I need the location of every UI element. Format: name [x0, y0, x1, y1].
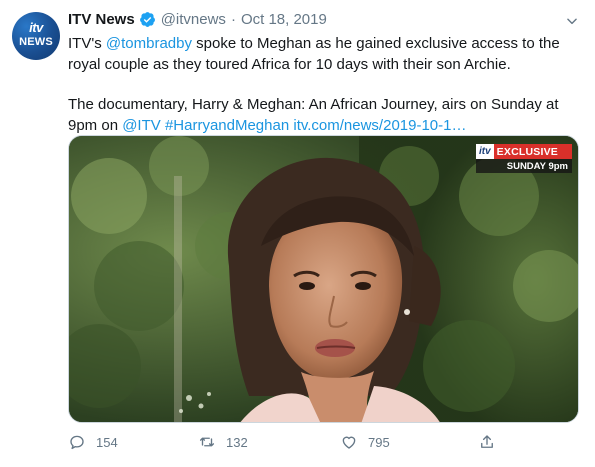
tweet-paragraph-1: ITV's @tombradby spoke to Meghan as he g…	[68, 33, 578, 75]
url-link[interactable]: itv.com/news/2019-10-1…	[293, 117, 466, 134]
reply-count: 154	[96, 434, 118, 450]
retweet-icon	[199, 437, 215, 447]
airtime-label: SUNDAY 9pm	[476, 159, 572, 173]
text-segment: ITV's	[68, 35, 106, 52]
tweet-text: ITV's @tombradby spoke to Meghan as he g…	[68, 33, 578, 136]
avatar-logo-news: NEWS	[19, 36, 53, 48]
hashtag-link[interactable]: #HarryandMeghan	[165, 117, 289, 134]
retweet-button[interactable]: 132	[198, 430, 248, 454]
heart-icon	[342, 436, 356, 449]
chevron-down-icon[interactable]	[563, 12, 581, 30]
separator-dot: ·	[230, 10, 236, 28]
avatar-logo-itv: itv	[29, 20, 43, 35]
tweet-paragraph-2: The documentary, Harry & Meghan: An Afri…	[68, 94, 578, 136]
video-still	[69, 136, 578, 422]
exclusive-label: EXCLUSIVE	[493, 144, 572, 159]
handle[interactable]: @itvnews	[161, 11, 226, 28]
mention-link[interactable]: @tombradby	[106, 35, 192, 52]
display-name[interactable]: ITV News	[68, 11, 135, 28]
exclusive-badge: itv EXCLUSIVE SUNDAY 9pm	[476, 144, 572, 173]
tweet-date[interactable]: Oct 18, 2019	[241, 11, 327, 28]
mention-link[interactable]: @ITV	[122, 117, 161, 134]
exclusive-badge-top: itv EXCLUSIVE	[476, 144, 572, 159]
share-icon	[481, 435, 493, 448]
tweet-actions: 154 132 795	[68, 430, 498, 454]
like-count: 795	[368, 434, 390, 450]
verified-badge-icon	[139, 11, 156, 28]
like-button[interactable]: 795	[340, 430, 390, 454]
avatar[interactable]: itv NEWS	[12, 12, 60, 60]
retweet-count: 132	[226, 434, 248, 450]
reply-button[interactable]: 154	[68, 430, 118, 454]
itv-badge-logo: itv	[476, 144, 494, 159]
media-video[interactable]: itv EXCLUSIVE SUNDAY 9pm	[68, 135, 579, 423]
tweet-header: ITV News @itvnews · Oct 18, 2019	[68, 8, 327, 30]
share-button[interactable]	[478, 430, 496, 454]
reply-icon	[70, 435, 84, 450]
